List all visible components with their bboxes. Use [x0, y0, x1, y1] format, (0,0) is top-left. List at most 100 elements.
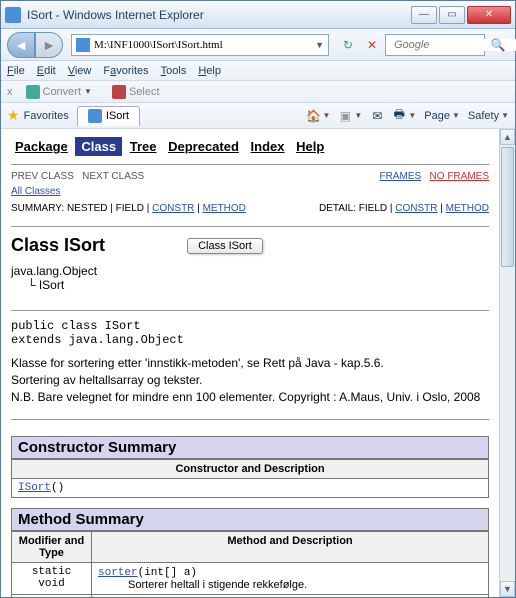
- nav-tree[interactable]: Tree: [126, 137, 161, 156]
- close-button[interactable]: ✕: [467, 6, 511, 24]
- select-button[interactable]: Select: [105, 83, 167, 101]
- mail-icon: ✉: [370, 109, 384, 123]
- address-bar-row: ◄ ► ▼ ↻ ✕ 🔍: [1, 29, 515, 61]
- scroll-up-button[interactable]: ▲: [500, 129, 515, 145]
- method-modifier: static void: [12, 563, 92, 595]
- method-cell: sorter(int[] a)Sorterer heltall i stigen…: [92, 563, 489, 595]
- menu-favorites[interactable]: Favorites: [103, 65, 148, 77]
- nav-help[interactable]: Help: [292, 137, 328, 156]
- constructor-summary-table: Constructor and Description ISort(): [11, 459, 489, 498]
- constructor-sig: (): [51, 482, 64, 494]
- all-classes-link[interactable]: All Classes: [11, 186, 60, 197]
- print-button[interactable]: 🖶▼: [392, 109, 416, 123]
- nav-package[interactable]: Package: [11, 137, 72, 156]
- method-description: Sorterer heltall i stigende rekkefølge.: [128, 579, 482, 591]
- readmail-button[interactable]: ✉: [370, 109, 384, 123]
- menu-edit[interactable]: Edit: [37, 65, 56, 77]
- tab-page-icon: [88, 109, 102, 123]
- detail-field: FIELD: [359, 203, 387, 214]
- menu-file[interactable]: File: [7, 65, 25, 77]
- favorites-star-icon[interactable]: ★: [7, 107, 20, 124]
- toolbar-x[interactable]: x: [7, 86, 13, 98]
- home-icon: 🏠: [307, 109, 321, 123]
- scroll-down-button[interactable]: ▼: [500, 581, 515, 597]
- address-dropdown-icon[interactable]: ▼: [315, 40, 324, 50]
- favorites-bar: ★ Favorites ISort 🏠▼ ▣▼ ✉ 🖶▼ Page ▼ Safe…: [1, 103, 515, 129]
- address-input[interactable]: [94, 39, 311, 51]
- select-icon: [112, 85, 126, 99]
- page-menu[interactable]: Page ▼: [424, 110, 460, 122]
- method-col-modifier: Modifier and Type: [12, 532, 92, 563]
- constructor-link[interactable]: ISort: [18, 482, 51, 494]
- summary-constr-link[interactable]: CONSTR: [152, 203, 194, 214]
- convert-label: Convert: [43, 86, 82, 98]
- summary-nested: NESTED: [67, 203, 108, 214]
- back-button[interactable]: ◄: [7, 32, 35, 58]
- browser-tab[interactable]: ISort: [77, 106, 140, 126]
- ie-icon: [5, 7, 21, 23]
- prev-class: PREV CLASS: [11, 171, 74, 182]
- summary-method-link[interactable]: METHOD: [203, 203, 246, 214]
- method-cell: sorter(java.lang.String[] a)Sorterer Str…: [92, 595, 489, 597]
- method-summary-table: Modifier and Type Method and Description…: [11, 531, 489, 597]
- menu-tools[interactable]: Tools: [161, 65, 187, 77]
- noframes-link[interactable]: NO FRAMES: [430, 171, 489, 182]
- print-icon: 🖶: [392, 109, 406, 123]
- method-signature: (int[] a): [138, 567, 197, 579]
- constructor-summary-header: Constructor Summary: [11, 436, 489, 459]
- method-modifier: static void: [12, 595, 92, 597]
- next-class: NEXT CLASS: [82, 171, 144, 182]
- stop-button[interactable]: ✕: [361, 34, 383, 56]
- convert-icon: [26, 85, 40, 99]
- nav-index[interactable]: Index: [247, 137, 289, 156]
- summary-label: SUMMARY:: [11, 203, 64, 214]
- constructor-col-header: Constructor and Description: [12, 460, 489, 479]
- javadoc-nav: Package Class Tree Deprecated Index Help: [11, 139, 489, 154]
- class-desc-1: Klasse for sortering etter 'innstikk-met…: [11, 355, 489, 372]
- address-bar[interactable]: ▼: [71, 34, 329, 56]
- favorites-label[interactable]: Favorites: [24, 110, 69, 122]
- class-desc-3: N.B. Bare velegnet for mindre enn 100 el…: [11, 389, 489, 406]
- page-content: Package Class Tree Deprecated Index Help…: [1, 129, 499, 597]
- detail-constr-link[interactable]: CONSTR: [395, 203, 437, 214]
- forward-button[interactable]: ►: [35, 32, 63, 58]
- tab-title: ISort: [106, 110, 129, 122]
- detail-label: DETAIL:: [319, 203, 356, 214]
- class-signature: public class ISort extends java.lang.Obj…: [11, 319, 489, 347]
- convert-button[interactable]: Convert ▼: [19, 83, 99, 101]
- detail-method-link[interactable]: METHOD: [446, 203, 489, 214]
- rss-icon: ▣: [338, 109, 352, 123]
- search-box[interactable]: [385, 34, 485, 56]
- vertical-scrollbar[interactable]: ▲ ▼: [499, 129, 515, 597]
- menu-bar: File Edit View Favorites Tools Help: [1, 61, 515, 81]
- command-bar: 🏠▼ ▣▼ ✉ 🖶▼ Page ▼ Safety ▼: [307, 109, 510, 123]
- method-link[interactable]: sorter: [98, 567, 138, 579]
- summary-field: FIELD: [116, 203, 144, 214]
- minimize-button[interactable]: —: [411, 6, 437, 24]
- select-label: Select: [129, 86, 160, 98]
- class-desc-2: Sortering av heltallsarray og tekster.: [11, 372, 489, 389]
- frames-link[interactable]: FRAMES: [380, 171, 422, 182]
- menu-help[interactable]: Help: [198, 65, 221, 77]
- convert-toolbar: x Convert ▼ Select: [1, 81, 515, 103]
- maximize-button[interactable]: ▭: [439, 6, 465, 24]
- inheritance-self: ISort: [39, 278, 64, 292]
- window-titlebar: ISort - Windows Internet Explorer — ▭ ✕: [1, 1, 515, 29]
- class-box-button[interactable]: Class ISort: [187, 238, 263, 254]
- search-button[interactable]: 🔍: [487, 34, 509, 56]
- safety-menu[interactable]: Safety ▼: [468, 110, 509, 122]
- method-col-desc: Method and Description: [92, 532, 489, 563]
- page-icon: [76, 38, 90, 52]
- window-title: ISort - Windows Internet Explorer: [27, 8, 204, 22]
- nav-deprecated[interactable]: Deprecated: [164, 137, 243, 156]
- home-button[interactable]: 🏠▼: [307, 109, 331, 123]
- feeds-button[interactable]: ▣▼: [338, 109, 362, 123]
- scroll-thumb[interactable]: [501, 147, 514, 267]
- inheritance-super: java.lang.Object: [11, 264, 97, 278]
- scroll-track[interactable]: [500, 145, 515, 581]
- menu-view[interactable]: View: [68, 65, 92, 77]
- chevron-down-icon: ▼: [84, 87, 92, 96]
- refresh-button[interactable]: ↻: [337, 34, 359, 56]
- method-summary-header: Method Summary: [11, 508, 489, 531]
- nav-class: Class: [75, 137, 122, 156]
